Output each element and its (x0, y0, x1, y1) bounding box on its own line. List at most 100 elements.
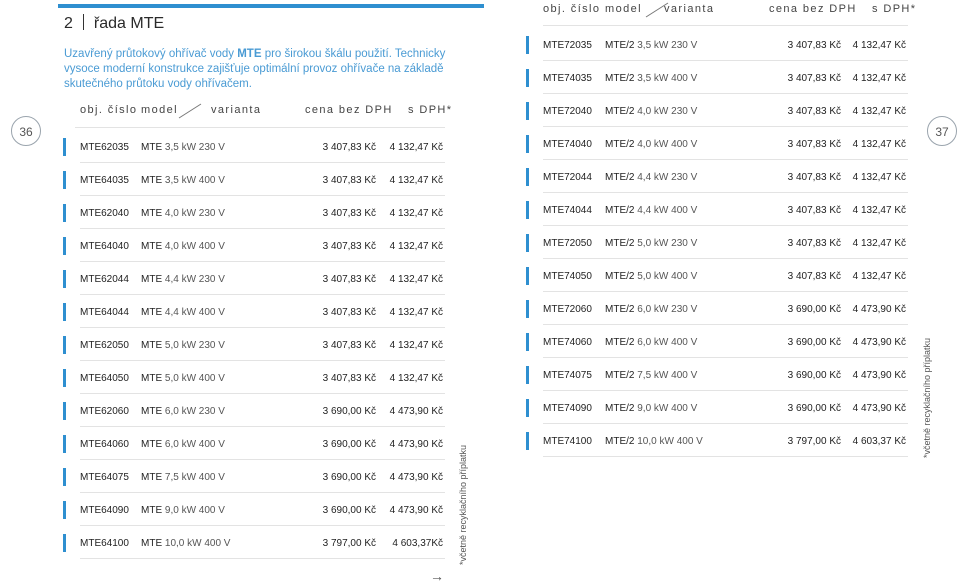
order-code: MTE64090 (80, 505, 129, 516)
right-table-row: MTE74090 MTE/2 9,0 kW 400 V 3 690,00 Kč 4 4… (526, 391, 911, 424)
price-with-vat: 4 132,47 Kč (389, 175, 443, 186)
variant: 6,0 kW 400 V (164, 439, 225, 450)
price-without-vat: 3 407,83 Kč (787, 139, 841, 150)
variant: 4,0 kW 230 V (637, 106, 698, 117)
order-code: MTE64060 (80, 439, 129, 450)
price-with-vat: 4 603,37 Kč (852, 436, 906, 447)
order-code: MTE62050 (80, 340, 129, 351)
left-table-row: MTE64075 MTE 7,5 kW 400 V 3 690,00 Kč 4 473… (63, 460, 448, 493)
model-name: MTE (141, 208, 163, 219)
price-without-vat: 3 407,83 Kč (787, 205, 841, 216)
order-code: MTE72035 (543, 40, 592, 51)
model-name: MTE (141, 175, 163, 186)
price-with-vat: 4 473,90 Kč (852, 304, 906, 315)
order-code: MTE74040 (543, 139, 592, 150)
left-header-net: cena bez DPH (305, 104, 393, 116)
price-without-vat: 3 407,83 Kč (322, 241, 376, 252)
right-table-row: MTE74060 MTE/2 6,0 kW 400 V 3 690,00 Kč 4 4… (526, 325, 911, 358)
left-table-row: MTE62050 MTE 5,0 kW 230 V 3 407,83 Kč 4 132… (63, 328, 448, 361)
model-name: MTE/2 (605, 106, 635, 117)
price-with-vat: 4 132,47 Kč (852, 205, 906, 216)
model-cell: MTE/2 3,5 kW 230 V (605, 40, 697, 51)
price-with-vat: 4 132,47 Kč (389, 208, 443, 219)
price-with-vat: 4 473,90 Kč (389, 472, 443, 483)
model-name: MTE/2 (605, 139, 635, 150)
row-accent-bar (526, 399, 529, 417)
price-without-vat: 3 690,00 Kč (322, 406, 376, 417)
right-header-variant: varianta (664, 3, 715, 15)
variant: 4,4 kW 400 V (637, 205, 698, 216)
price-with-vat: 4 473,90 Kč (852, 370, 906, 381)
model-name: MTE (141, 505, 163, 516)
page-number-left: 36 (11, 116, 41, 146)
model-name: MTE (141, 373, 163, 384)
model-cell: MTE/2 9,0 kW 400 V (605, 403, 697, 414)
price-without-vat: 3 407,83 Kč (787, 271, 841, 282)
row-accent-bar (63, 501, 66, 519)
row-accent-bar (526, 135, 529, 153)
order-code: MTE74044 (543, 205, 592, 216)
order-code: MTE64044 (80, 307, 129, 318)
left-table-row: MTE62040 MTE 4,0 kW 230 V 3 407,83 Kč 4 132… (63, 196, 448, 229)
chapter-heading: 2 řada MTE (64, 14, 164, 33)
order-code: MTE62044 (80, 274, 129, 285)
price-without-vat: 3 407,83 Kč (322, 208, 376, 219)
variant: 6,0 kW 230 V (637, 304, 698, 315)
right-table-row: MTE72044 MTE/2 4,4 kW 230 V 3 407,83 Kč 4 1… (526, 160, 911, 193)
right-table-row: MTE72035 MTE/2 3,5 kW 230 V 3 407,83 Kč 4 1… (526, 28, 911, 61)
price-without-vat: 3 690,00 Kč (787, 370, 841, 381)
model-cell: MTE/2 4,0 kW 400 V (605, 139, 697, 150)
model-cell: MTE/2 3,5 kW 400 V (605, 73, 697, 84)
model-cell: MTE 4,0 kW 230 V (141, 208, 225, 219)
row-accent-bar (526, 366, 529, 384)
order-code: MTE64050 (80, 373, 129, 384)
price-without-vat: 3 797,00 Kč (322, 538, 376, 549)
model-cell: MTE 6,0 kW 230 V (141, 406, 225, 417)
model-cell: MTE 4,4 kW 230 V (141, 274, 225, 285)
price-without-vat: 3 690,00 Kč (787, 337, 841, 348)
right-header-gross: s DPH* (872, 3, 917, 15)
price-without-vat: 3 690,00 Kč (787, 403, 841, 414)
variant: 9,0 kW 400 V (637, 403, 698, 414)
right-table-row: MTE74044 MTE/2 4,4 kW 400 V 3 407,83 Kč 4 1… (526, 193, 911, 226)
price-without-vat: 3 407,83 Kč (787, 106, 841, 117)
order-code: MTE64035 (80, 175, 129, 186)
model-name: MTE (141, 538, 163, 549)
variant: 4,4 kW 400 V (164, 307, 225, 318)
variant: 3,5 kW 230 V (164, 142, 225, 153)
order-code: MTE72050 (543, 238, 592, 249)
model-name: MTE/2 (605, 337, 635, 348)
model-name: MTE (141, 241, 163, 252)
model-cell: MTE 5,0 kW 400 V (141, 373, 225, 384)
row-accent-bar (63, 534, 66, 552)
row-accent-bar (63, 138, 66, 156)
price-with-vat: 4 132,47 Kč (389, 274, 443, 285)
right-vertical-note: *včetně recyklačního příplatku (922, 337, 932, 458)
order-code: MTE72060 (543, 304, 592, 315)
row-accent-bar (526, 102, 529, 120)
order-code: MTE74075 (543, 370, 592, 381)
left-table-row: MTE64100 MTE 10,0 kW 400 V 3 797,00 Kč 4 60… (63, 526, 448, 559)
row-accent-bar (63, 336, 66, 354)
order-code: MTE74035 (543, 73, 592, 84)
variant: 10,0 kW 400 V (637, 436, 703, 447)
model-name: MTE/2 (605, 271, 635, 282)
order-code: MTE64100 (80, 538, 129, 549)
price-without-vat: 3 690,00 Kč (322, 505, 376, 516)
row-accent-bar (63, 270, 66, 288)
row-accent-bar (63, 468, 66, 486)
intro-prefix: Uzavřený průtokový ohřívač vody (64, 48, 238, 60)
price-with-vat: 4 132,47 Kč (852, 271, 906, 282)
order-code: MTE74090 (543, 403, 592, 414)
variant: 3,5 kW 230 V (637, 40, 698, 51)
price-with-vat: 4 132,47 Kč (389, 340, 443, 351)
model-name: MTE (141, 439, 163, 450)
order-code: MTE62060 (80, 406, 129, 417)
row-accent-bar (526, 201, 529, 219)
left-table-row: MTE62035 MTE 3,5 kW 230 V 3 407,83 Kč 4 132… (63, 130, 448, 163)
price-without-vat: 3 407,83 Kč (322, 340, 376, 351)
price-with-vat: 4 473,90 Kč (852, 337, 906, 348)
price-without-vat: 3 407,83 Kč (787, 40, 841, 51)
order-code: MTE74060 (543, 337, 592, 348)
price-with-vat: 4 132,47 Kč (852, 139, 906, 150)
